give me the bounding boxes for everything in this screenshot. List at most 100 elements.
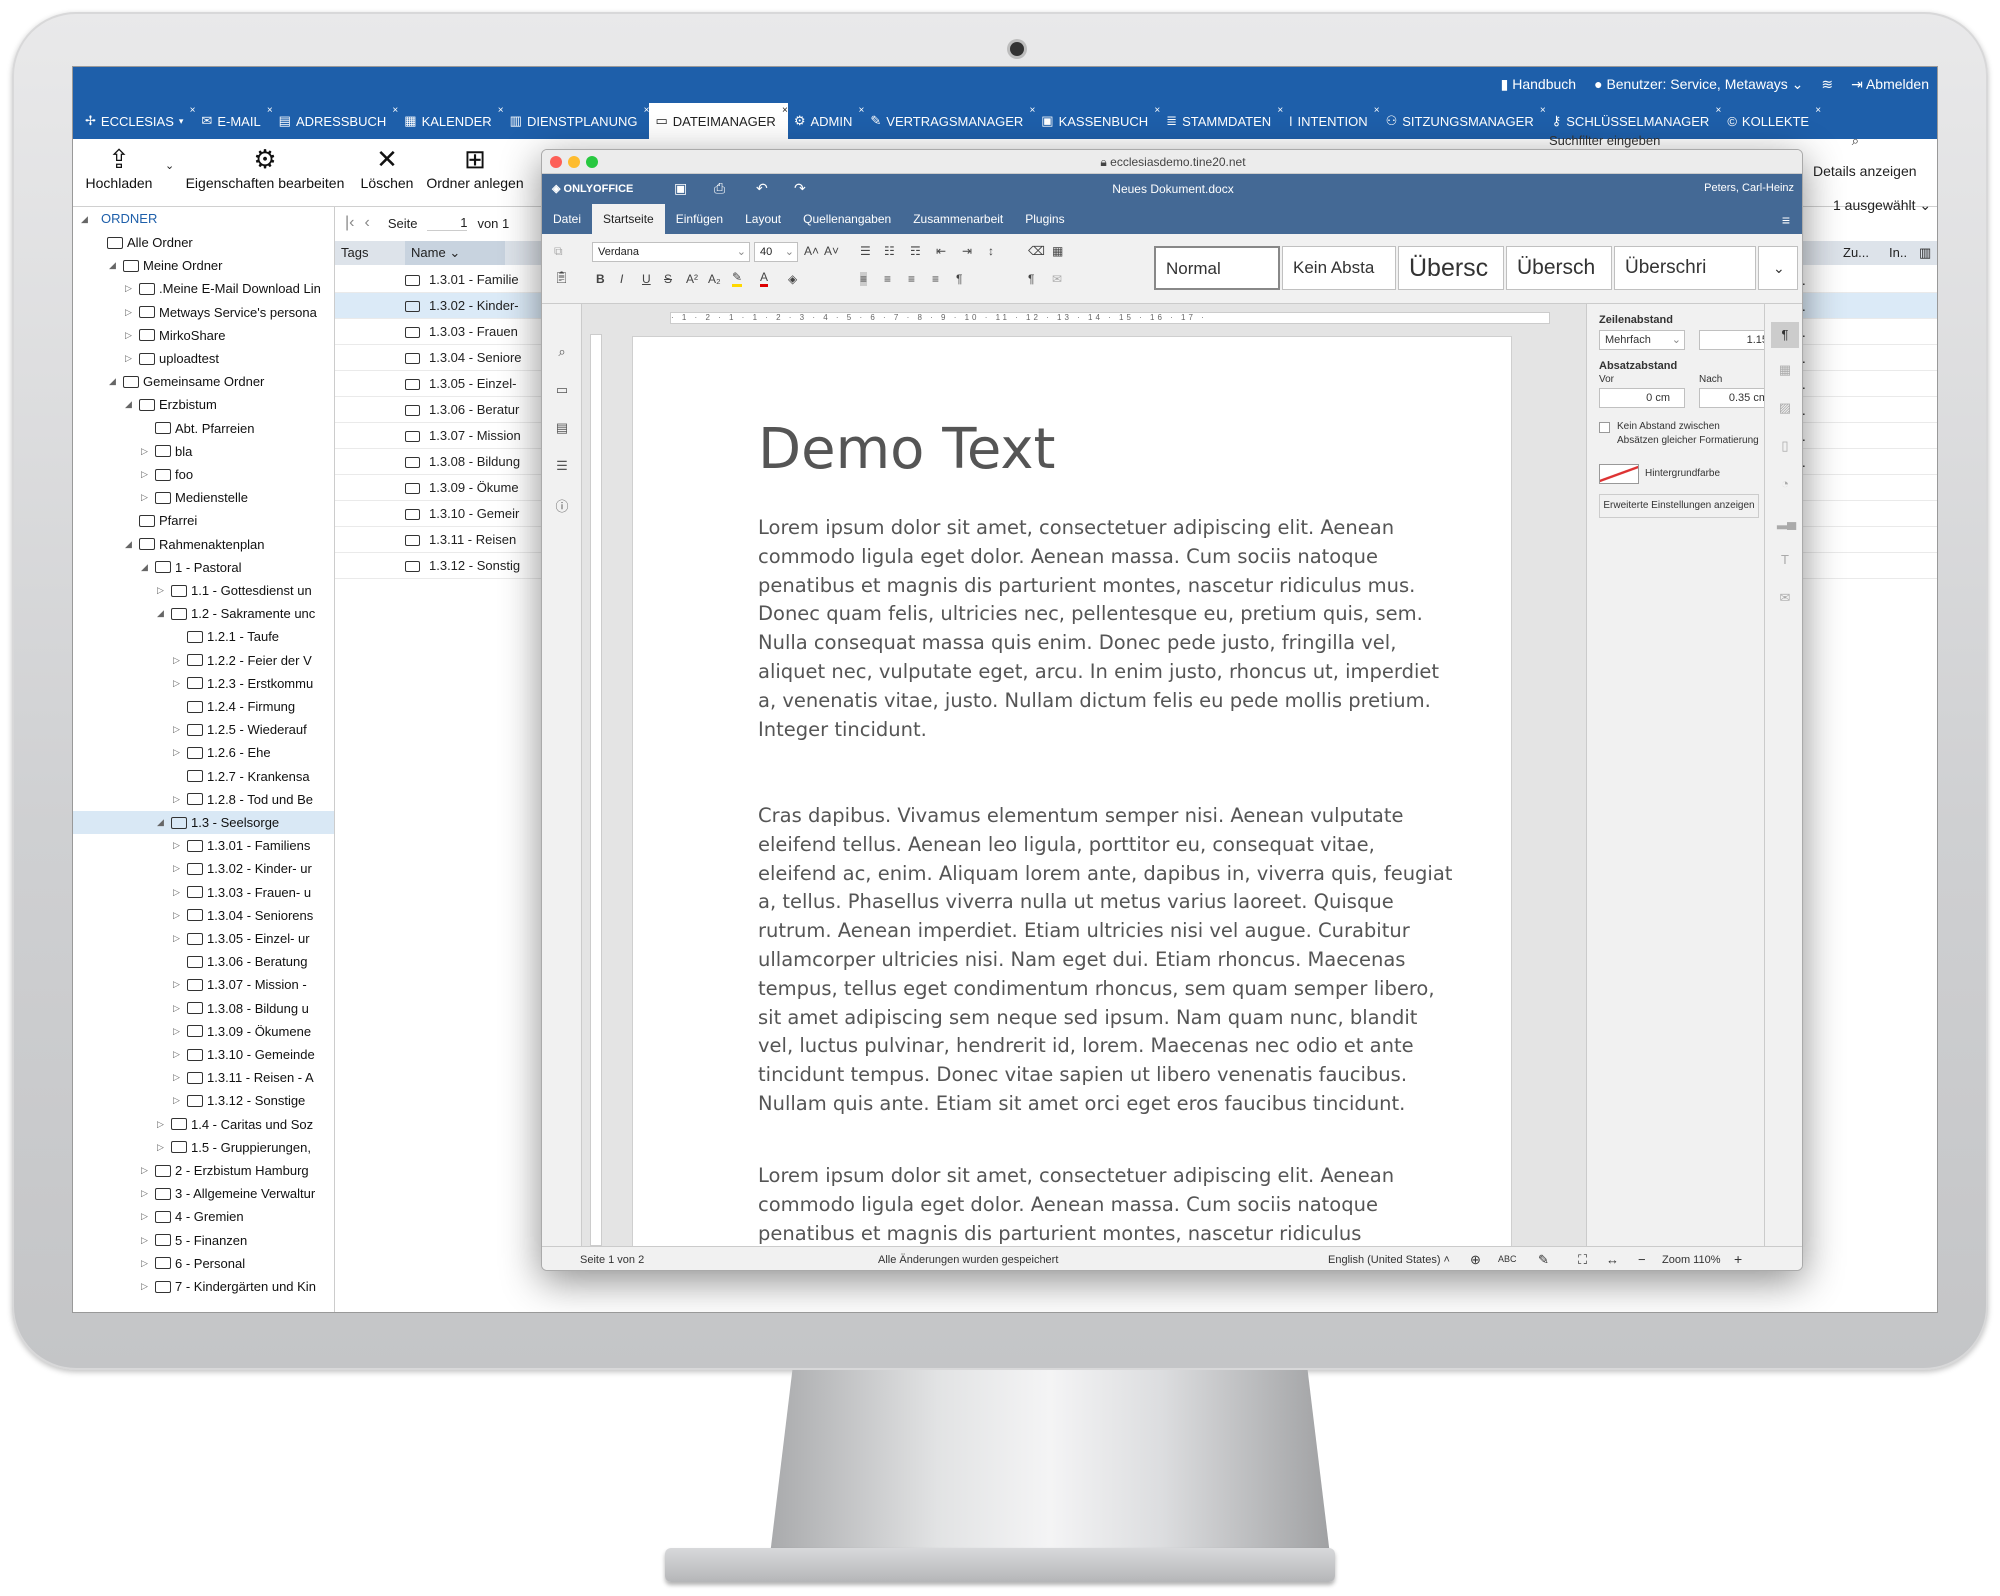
tab-adressbuch[interactable]: ▤ ADRESSBUCH ×	[273, 103, 399, 139]
tree-item[interactable]: ◢ 1.2 - Sakramente unc	[73, 602, 334, 625]
user-menu[interactable]: ● Benutzer: Service, Metaways ⌄	[1594, 76, 1803, 93]
image-settings-icon[interactable]: ▨	[1777, 400, 1793, 416]
tree-item[interactable]: ▷ 1.1 - Gottesdienst un	[73, 579, 334, 602]
color-scheme-icon[interactable]: ▦	[1052, 244, 1063, 258]
first-page-icon[interactable]: |‹	[345, 214, 354, 232]
document-page[interactable]: Demo Text Lorem ipsum dolor sit amet, co…	[632, 336, 1512, 1256]
tree-item[interactable]: ▷ Medienstelle	[73, 486, 334, 509]
collapsed-arrow-icon[interactable]: ▷	[173, 1020, 183, 1043]
tree-item[interactable]: Abt. Pfarreien	[73, 417, 334, 440]
tree-item[interactable]: ◢ Meine Ordner	[73, 254, 334, 277]
tree-item[interactable]: ▷ uploadtest	[73, 347, 334, 370]
style-3[interactable]: Übersc	[1398, 246, 1504, 290]
tree-item[interactable]: ▷ .Meine E-Mail Download Lin	[73, 277, 334, 300]
tree-item[interactable]: ▷ 1.3.01 - Familiens	[73, 834, 334, 857]
tree-item[interactable]: ▷ 1.5 - Gruppierungen,	[73, 1136, 334, 1159]
upload-dropdown-icon[interactable]: ⌄	[165, 159, 174, 172]
tree-item[interactable]: ▷ 3 - Allgemeine Verwaltur	[73, 1182, 334, 1205]
collapsed-arrow-icon[interactable]: ▷	[141, 1229, 151, 1252]
tree-item[interactable]: ▷ 1.2.8 - Tod und Be	[73, 788, 334, 811]
language-select[interactable]: English (United States) ˄	[1328, 1254, 1450, 1266]
tree-item[interactable]: ◢ 1.3 - Seelsorge	[73, 811, 334, 834]
fit-page-icon[interactable]: ⛶	[1578, 1252, 1587, 1268]
collapsed-arrow-icon[interactable]: ▷	[125, 324, 135, 347]
expanded-arrow-icon[interactable]: ◢	[125, 393, 135, 416]
copy-icon[interactable]: ⧉	[554, 244, 563, 259]
tree-item[interactable]: ▷ Metways Service's persona	[73, 301, 334, 324]
table-settings-icon[interactable]: ▦	[1777, 362, 1793, 378]
col-zu[interactable]: Zu...	[1843, 241, 1889, 265]
details-button[interactable]: Details anzeigen	[1813, 163, 1917, 179]
editor-tab-datei[interactable]: Datei	[542, 204, 592, 234]
tree-item[interactable]: ◢ Rahmenaktenplan	[73, 533, 334, 556]
tree-item[interactable]: ◢ 1 - Pastoral	[73, 556, 334, 579]
tree-item[interactable]: ▷ 1.2.5 - Wiederauf	[73, 718, 334, 741]
tab-dienstplanung[interactable]: ▥ DIENSTPLANUNG ×	[504, 103, 650, 139]
underline-icon[interactable]: U	[642, 272, 651, 286]
columns-icon[interactable]: ▥	[1919, 241, 1937, 265]
tab-ecclesias[interactable]: ✢ ECCLESIAS ▾ ×	[79, 103, 195, 139]
tab-vertragsmanager[interactable]: ✎ VERTRAGSMANAGER ×	[864, 103, 1035, 139]
collapsed-arrow-icon[interactable]: ▷	[141, 1159, 151, 1182]
track-changes-icon[interactable]: ✎	[1538, 1252, 1549, 1268]
collapsed-arrow-icon[interactable]: ▷	[173, 788, 183, 811]
tab-sitzungsmanager[interactable]: ⚇ SITZUNGSMANAGER ×	[1380, 103, 1546, 139]
tree-item[interactable]: ▷ MirkoShare	[73, 324, 334, 347]
justify-icon[interactable]: ≡	[932, 272, 939, 286]
tree-item[interactable]: ▷ 1.2.6 - Ehe	[73, 741, 334, 764]
tree-item[interactable]: ▷ 2 - Erzbistum Hamburg	[73, 1159, 334, 1182]
background-color-picker[interactable]	[1599, 464, 1639, 484]
tab-admin[interactable]: ⚙ ADMIN ×	[788, 103, 865, 139]
collapsed-arrow-icon[interactable]: ▷	[157, 1113, 167, 1136]
tree-item[interactable]: 1.3.06 - Beratung	[73, 950, 334, 973]
superscript-icon[interactable]: A²	[686, 272, 698, 286]
grow-font-icon[interactable]: A˄	[804, 244, 819, 258]
tree-item[interactable]: ▷ 1.3.09 - Ökumene	[73, 1020, 334, 1043]
tree-item[interactable]: ▷ 1.3.08 - Bildung u	[73, 997, 334, 1020]
spacing-before-input[interactable]: 0 cm	[1599, 388, 1685, 408]
expanded-arrow-icon[interactable]: ◢	[125, 533, 135, 556]
copy-style-icon[interactable]: ¶	[1028, 272, 1034, 286]
paste-icon[interactable]: 📋︎	[554, 270, 569, 284]
textart-icon[interactable]: T	[1777, 552, 1793, 568]
collapsed-arrow-icon[interactable]: ▷	[157, 579, 167, 602]
style-4[interactable]: Übersch	[1506, 246, 1612, 290]
vertical-ruler[interactable]	[590, 334, 602, 1246]
tree-item[interactable]: ▷ foo	[73, 463, 334, 486]
tab-kalender[interactable]: ▦ KALENDER ×	[398, 103, 503, 139]
collapsed-arrow-icon[interactable]: ▷	[141, 440, 151, 463]
tree-item[interactable]: ▷ 7 - Kindergärten und Kin	[73, 1275, 334, 1298]
minimize-window-button[interactable]	[568, 156, 580, 168]
shading-icon[interactable]: ◈	[788, 272, 797, 286]
expanded-arrow-icon[interactable]: ◢	[141, 556, 151, 579]
collapsed-arrow-icon[interactable]: ▷	[141, 1252, 151, 1275]
style-5[interactable]: Überschri	[1614, 246, 1756, 290]
tree-item[interactable]: ◢ Erzbistum	[73, 393, 334, 416]
info-icon[interactable]: ⓘ	[554, 496, 570, 514]
tab-intention[interactable]: ǀ INTENTION ×	[1283, 103, 1379, 139]
zoom-window-button[interactable]	[586, 156, 598, 168]
tree-item[interactable]: ▷ 1.4 - Caritas und Soz	[73, 1113, 334, 1136]
col-in[interactable]: In..	[1889, 241, 1919, 265]
advanced-settings-button[interactable]: Erweiterte Einstellungen anzeigen	[1599, 494, 1759, 518]
tree-item[interactable]: ▷ 1.3.11 - Reisen - A	[73, 1066, 334, 1089]
edit-properties-button[interactable]: ⚙ Eigenschaften bearbeiten	[185, 143, 345, 191]
collapsed-arrow-icon[interactable]: ▷	[173, 997, 183, 1020]
clear-style-icon[interactable]: ⌫	[1028, 244, 1045, 258]
tree-item[interactable]: ▷ 1.3.07 - Mission -	[73, 973, 334, 996]
tree-item[interactable]: ▷ 1.2.3 - Erstkommu	[73, 672, 334, 695]
collapsed-arrow-icon[interactable]: ▷	[173, 649, 183, 672]
expanded-arrow-icon[interactable]: ◢	[109, 370, 119, 393]
horizontal-ruler[interactable]: · 1 · 2 · 1 · 1 · 2 · 3 · 4 · 5 · 6 · 7 …	[670, 312, 1550, 324]
font-name-select[interactable]: Verdana ⌄	[592, 242, 750, 262]
spellcheck-icon[interactable]: ABC	[1498, 1254, 1517, 1264]
search-icon[interactable]: ⌕	[554, 344, 570, 360]
tree-item[interactable]: ▷ 1.3.03 - Frauen- u	[73, 881, 334, 904]
chat-icon[interactable]: ▤	[554, 420, 570, 436]
tree-item[interactable]: 1.2.1 - Taufe	[73, 625, 334, 648]
style-1[interactable]: Normal	[1154, 246, 1280, 290]
increase-indent-icon[interactable]: ⇥	[962, 244, 972, 258]
tree-item[interactable]: ▷ 4 - Gremien	[73, 1205, 334, 1228]
tree-item[interactable]: ▷ 1.3.10 - Gemeinde	[73, 1043, 334, 1066]
collapsed-arrow-icon[interactable]: ▷	[173, 1066, 183, 1089]
